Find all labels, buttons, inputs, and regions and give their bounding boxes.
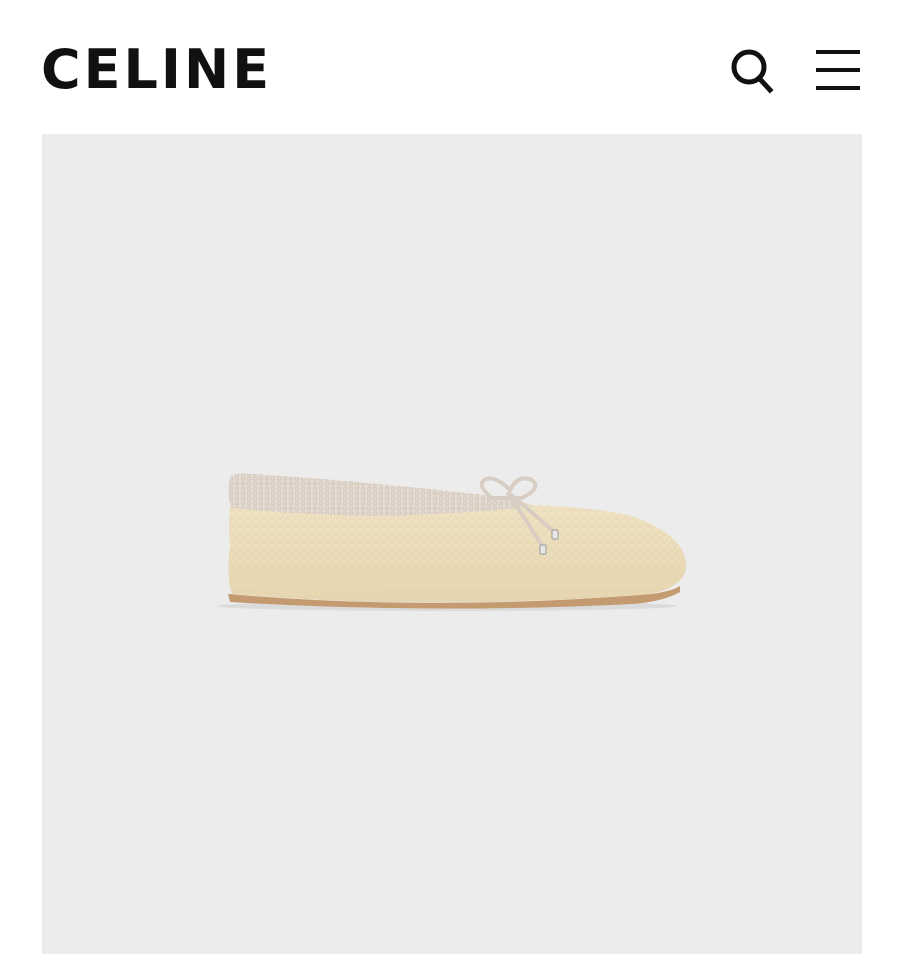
- hamburger-menu-icon: [816, 50, 860, 90]
- product-image-area[interactable]: [42, 134, 862, 954]
- menu-button[interactable]: [814, 44, 862, 96]
- ballet-flat-shoe-image: [217, 473, 687, 611]
- celine-logo[interactable]: CELINE: [41, 38, 272, 102]
- search-button[interactable]: [728, 44, 776, 96]
- search-icon: [731, 49, 774, 94]
- site-header: CELINE: [0, 0, 904, 134]
